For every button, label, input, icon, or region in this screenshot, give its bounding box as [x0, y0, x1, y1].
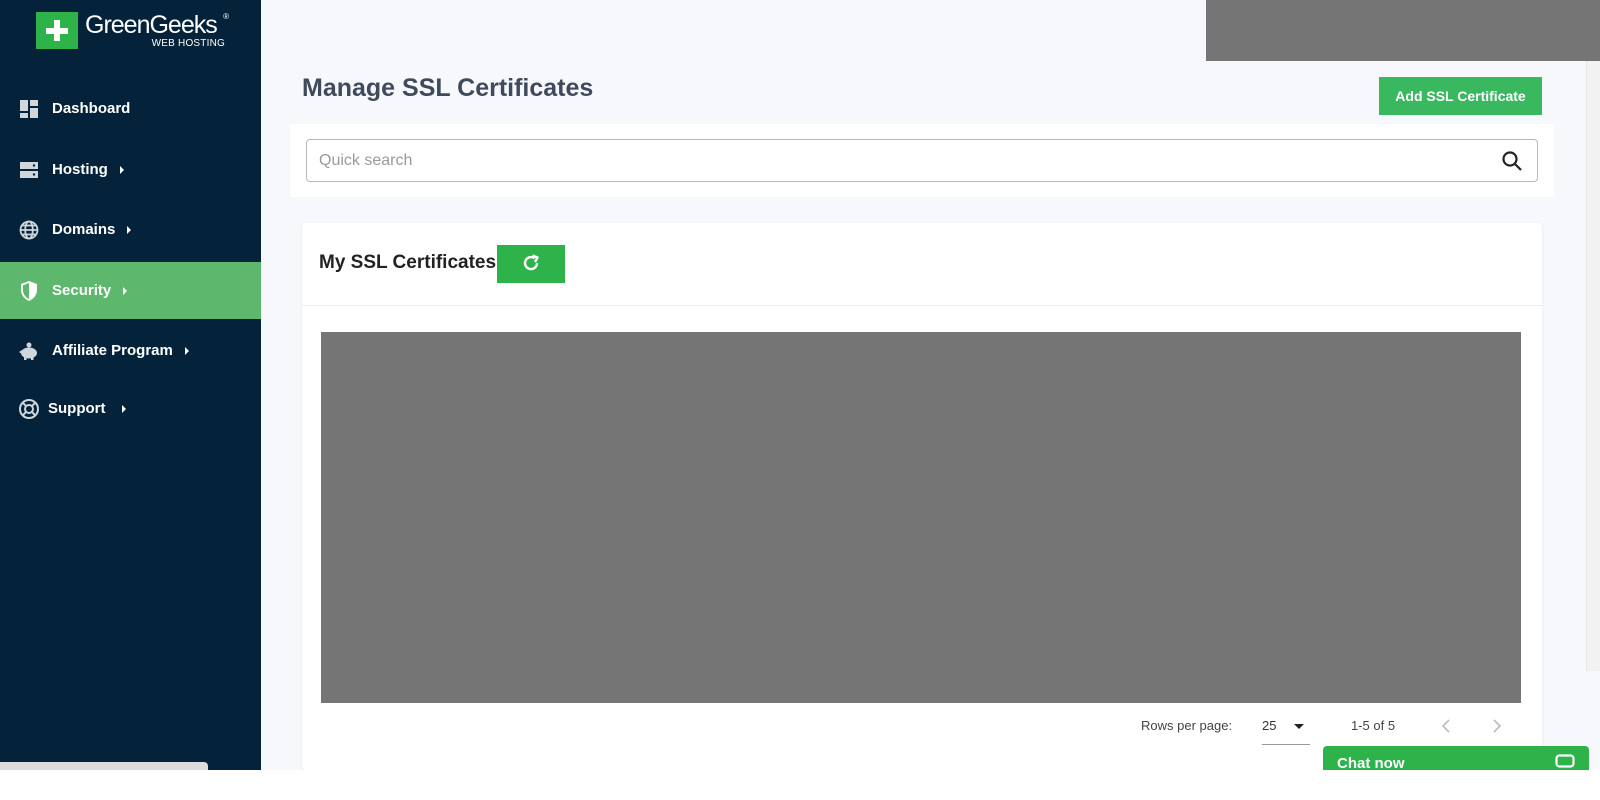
- sidebar-item-label: Dashboard: [52, 100, 131, 117]
- sidebar-item-hosting[interactable]: Hosting: [0, 141, 261, 198]
- chevron-right-icon[interactable]: [1488, 716, 1506, 736]
- caret-right-icon: [119, 165, 124, 174]
- caret-right-icon: [123, 286, 128, 295]
- sidebar-item-affiliate-program[interactable]: Affiliate Program: [0, 322, 261, 379]
- logo-registered: ®: [223, 12, 229, 21]
- dashboard-icon: [18, 98, 40, 120]
- rows-per-page-label: Rows per page:: [1141, 718, 1233, 733]
- rows-per-page-select[interactable]: 25: [1262, 712, 1310, 745]
- sidebar-item-label: Hosting: [52, 161, 108, 178]
- page-scrollbar[interactable]: [1586, 61, 1600, 671]
- caret-right-icon: [127, 225, 132, 234]
- sidebar-item-label: Support: [48, 400, 106, 417]
- caret-right-icon: [121, 404, 126, 413]
- search-icon[interactable]: [1501, 150, 1523, 172]
- logo-subtitle: WEB HOSTING: [151, 38, 225, 49]
- bottom-strip: [0, 770, 1600, 800]
- refresh-button[interactable]: [497, 245, 565, 283]
- globe-icon: [18, 219, 40, 241]
- redacted-header-area: [1206, 0, 1600, 61]
- status-url-tooltip: [0, 762, 208, 770]
- sidebar-item-support[interactable]: Support: [0, 380, 261, 437]
- search-box[interactable]: [306, 139, 1538, 182]
- sidebar-item-security[interactable]: Security: [0, 262, 261, 319]
- lifebuoy-icon: [18, 398, 40, 420]
- page-title: Manage SSL Certificates: [302, 74, 594, 102]
- pagination-range: 1-5 of 5: [1351, 718, 1396, 733]
- sidebar: GreenGeeks ® WEB HOSTING Dashboard Hosti…: [0, 0, 261, 770]
- logo-name: GreenGeeks: [85, 11, 218, 39]
- sidebar-item-label: Affiliate Program: [52, 342, 173, 359]
- rows-per-page-value: 25: [1262, 718, 1277, 733]
- refresh-icon: [521, 253, 541, 276]
- sidebar-item-domains[interactable]: Domains: [0, 201, 261, 258]
- card-title: My SSL Certificates: [319, 252, 497, 273]
- piggy-bank-icon: [18, 340, 40, 362]
- chat-now-button[interactable]: Chat now: [1323, 746, 1589, 772]
- sidebar-item-label: Security: [52, 282, 112, 299]
- caret-down-icon: [1294, 724, 1304, 729]
- add-ssl-certificate-button[interactable]: Add SSL Certificate: [1379, 77, 1542, 115]
- caret-right-icon: [184, 346, 189, 355]
- plus-logo-icon: [36, 12, 78, 49]
- redacted-certificates-table: [321, 332, 1521, 703]
- logo-text: GreenGeeks ® WEB HOSTING: [85, 11, 229, 49]
- server-icon: [18, 159, 40, 181]
- shield-icon: [18, 280, 40, 302]
- sidebar-item-dashboard[interactable]: Dashboard: [0, 80, 261, 137]
- search-input[interactable]: [319, 140, 1489, 181]
- chevron-left-icon[interactable]: [1437, 716, 1455, 736]
- sidebar-item-label: Domains: [52, 221, 116, 238]
- greengeeks-logo[interactable]: GreenGeeks ® WEB HOSTING: [36, 11, 229, 52]
- card-divider: [302, 305, 1542, 306]
- chat-bubble-icon: [1555, 754, 1575, 770]
